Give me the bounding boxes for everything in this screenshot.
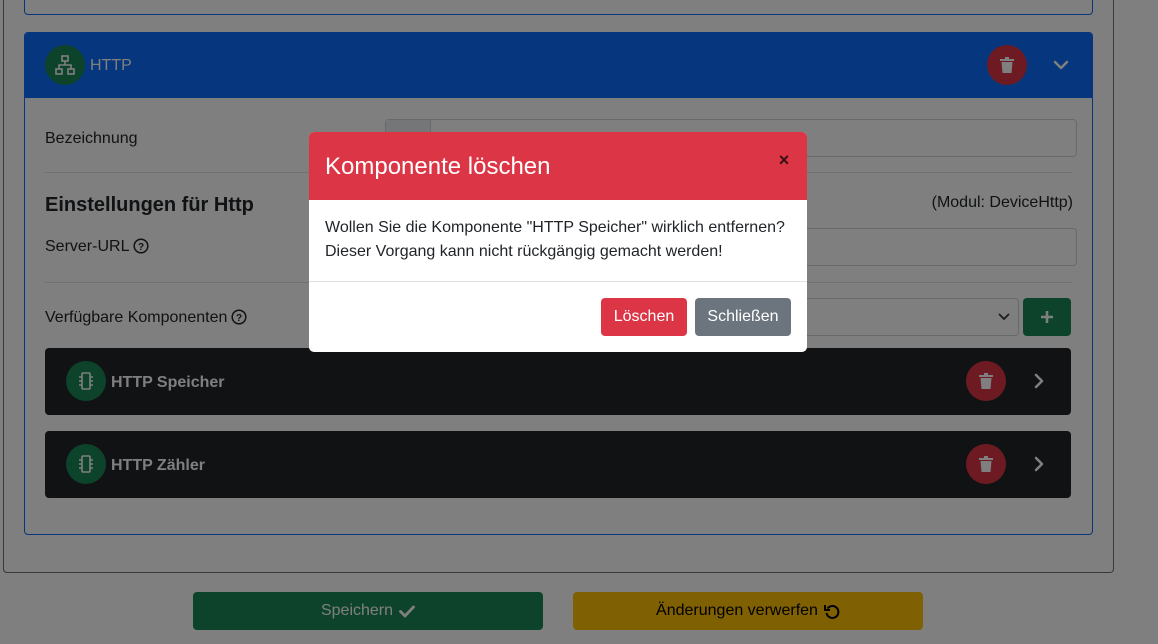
modal-message-line: Wollen Sie die Komponente "HTTP Speicher…: [325, 219, 785, 236]
close-icon[interactable]: ×: [776, 150, 792, 170]
modal-message-line: Dieser Vorgang kann nicht rückgängig gem…: [325, 243, 723, 260]
close-modal-button[interactable]: Schließen: [695, 298, 791, 336]
modal-title: Komponente löschen: [325, 153, 551, 180]
modal-body: Wollen Sie die Komponente "HTTP Speicher…: [325, 216, 795, 264]
modal-divider: [309, 281, 807, 282]
modal-header: Komponente löschen ×: [309, 132, 807, 200]
delete-component-modal: Komponente löschen × Wollen Sie die Komp…: [309, 132, 807, 352]
confirm-delete-button[interactable]: Löschen: [601, 298, 687, 336]
